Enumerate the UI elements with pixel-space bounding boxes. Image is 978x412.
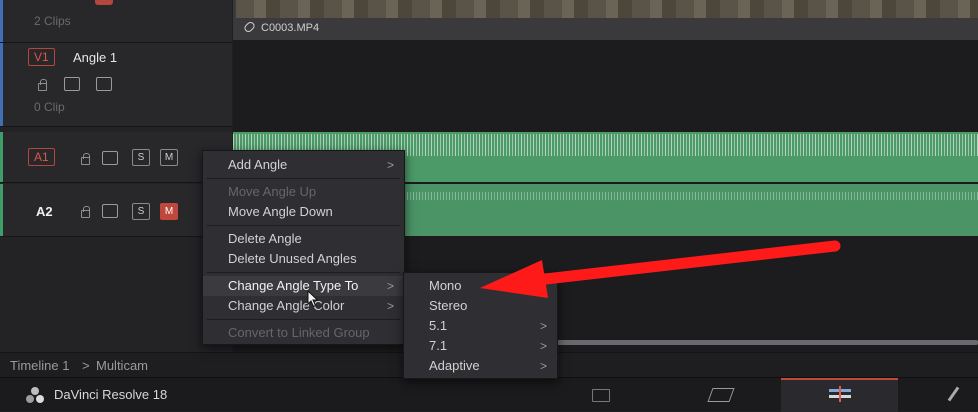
menu-item-label: Add Angle (228, 157, 288, 172)
page-tab-media[interactable] (570, 378, 630, 410)
menu-item-label: Convert to Linked Group (228, 325, 370, 340)
menu-item-label: 7.1 (429, 338, 448, 353)
track-clip-count: 2 Clips (34, 14, 71, 28)
track-color-strip (0, 132, 3, 182)
menu-item-label: Delete Angle (228, 231, 302, 246)
menu-item-label: Move Angle Up (228, 184, 317, 199)
track-header-top[interactable]: 2 Clips (0, 0, 232, 43)
chevron-right-icon: > (539, 359, 547, 373)
breadcrumb-current[interactable]: Multicam (96, 358, 148, 373)
menu-divider (207, 225, 400, 226)
submenu-item-5-1[interactable]: 5.1 > (404, 316, 557, 336)
menu-item-move-angle-down[interactable]: Move Angle Down (203, 202, 404, 222)
menu-item-change-angle-type[interactable]: Change Angle Type To > (203, 276, 404, 296)
submenu-item-adaptive[interactable]: Adaptive > (404, 356, 557, 376)
menu-divider (207, 319, 400, 320)
edit-page-icon-playhead (839, 386, 841, 402)
auto-select-icon[interactable] (64, 77, 80, 91)
lock-icon[interactable] (38, 79, 47, 91)
cut-page-icon (707, 388, 735, 402)
chevron-right-icon: > (386, 279, 394, 293)
track-headers: 2 Clips V1 Angle 1 0 Clip A1 S M A2 S M (0, 0, 232, 352)
chevron-right-icon: > (386, 158, 394, 172)
page-tab-fusion[interactable] (930, 378, 978, 410)
menu-item-add-angle[interactable]: Add Angle > (203, 155, 404, 175)
chevron-right-icon: > (386, 299, 394, 313)
solo-button[interactable]: S (132, 203, 150, 220)
menu-item-label: Stereo (429, 298, 468, 313)
page-tab-edit[interactable] (781, 378, 898, 412)
annotation-arrow-icon (480, 240, 841, 298)
track-color-strip (0, 0, 3, 42)
menu-item-delete-unused-angles[interactable]: Delete Unused Angles (203, 249, 404, 269)
menu-item-move-angle-up: Move Angle Up (203, 182, 404, 202)
clip-label: C0003.MP4 (242, 20, 320, 34)
track-clip-count: 0 Clip (34, 100, 65, 114)
solo-button[interactable]: S (132, 149, 150, 166)
menu-item-delete-angle[interactable]: Delete Angle (203, 229, 404, 249)
chevron-right-icon: > (539, 319, 547, 333)
context-menu: Add Angle > Move Angle Up Move Angle Dow… (202, 150, 405, 345)
menu-item-label: Change Angle Color (228, 298, 345, 313)
lock-icon[interactable] (81, 206, 90, 218)
menu-item-change-angle-color[interactable]: Change Angle Color > (203, 296, 404, 316)
horizontal-scrollbar[interactable] (555, 340, 978, 345)
chevron-right-icon: > (539, 339, 547, 353)
mute-button[interactable]: M (160, 149, 178, 166)
track-color-strip (0, 43, 3, 126)
menu-item-label: Delete Unused Angles (228, 251, 357, 266)
menu-divider (207, 178, 400, 179)
app-name: DaVinci Resolve 18 (54, 387, 168, 402)
auto-select-icon[interactable] (102, 204, 118, 218)
menu-item-label: Move Angle Down (228, 204, 333, 219)
link-icon (242, 20, 257, 34)
track-tag-v1[interactable]: V1 (28, 48, 55, 66)
video-monitor-icon[interactable] (96, 77, 112, 91)
menu-item-label: Adaptive (429, 358, 480, 373)
track-header-v1[interactable]: V1 Angle 1 0 Clip (0, 43, 232, 127)
media-page-icon (592, 389, 610, 402)
clip-name: C0003.MP4 (261, 22, 320, 34)
menu-item-label: 5.1 (429, 318, 448, 333)
track-header-a1[interactable]: A1 S M (0, 132, 232, 183)
fusion-page-icon (947, 386, 960, 402)
mouse-cursor-icon (307, 290, 319, 308)
breadcrumb-timeline[interactable]: Timeline 1 (10, 358, 69, 373)
track-name[interactable]: Angle 1 (73, 50, 117, 65)
mute-button[interactable]: M (160, 203, 178, 220)
clip-thumbnail-strip (236, 0, 978, 18)
submenu-item-7-1[interactable]: 7.1 > (404, 336, 557, 356)
menu-item-label: Mono (429, 278, 462, 293)
auto-select-icon[interactable] (102, 151, 118, 165)
menu-item-label: Change Angle Type To (228, 278, 359, 293)
menu-divider (207, 272, 400, 273)
track-color-strip (0, 184, 3, 236)
track-header-a2[interactable]: A2 S M (0, 184, 232, 237)
davinci-logo-icon (26, 387, 44, 403)
track-tag-a1[interactable]: A1 (28, 148, 55, 166)
chat-icon (95, 0, 113, 5)
lock-icon[interactable] (81, 153, 90, 165)
track-tag-a2[interactable]: A2 (36, 204, 53, 219)
breadcrumb-separator: > (82, 358, 90, 373)
menu-item-convert-linked-group: Convert to Linked Group (203, 323, 404, 343)
page-tab-cut[interactable] (690, 378, 750, 410)
